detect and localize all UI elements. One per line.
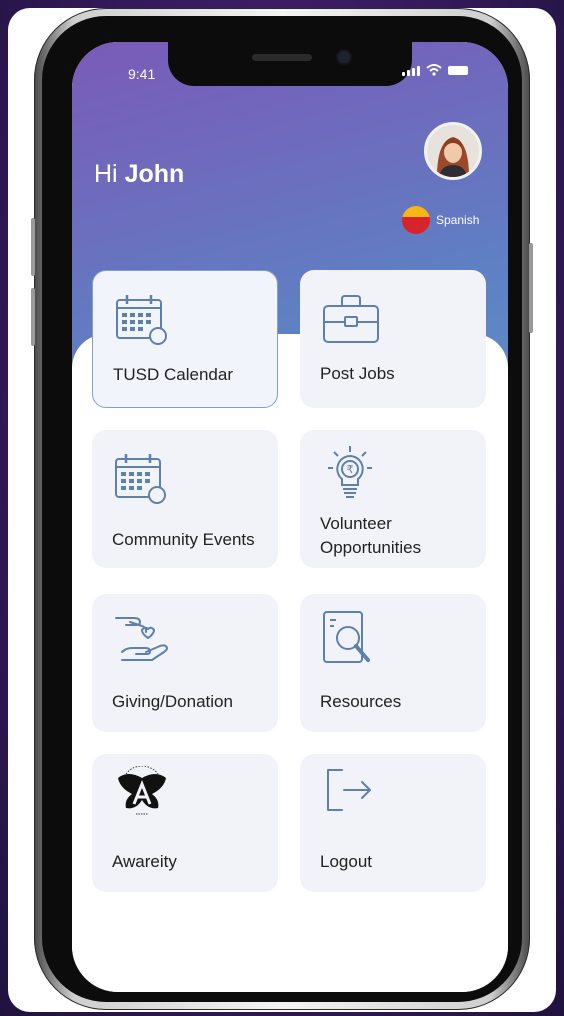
phone-bezel: 9:41 Hi John Spanish TUSD Calendar Post …: [42, 16, 522, 1002]
awareity-logo: [118, 766, 166, 815]
avatar-photo: [427, 125, 479, 177]
phone-screen: 9:41 Hi John Spanish TUSD Calendar Post …: [72, 42, 508, 992]
battery-icon: [448, 66, 468, 75]
tile-label: Awareity: [112, 852, 177, 871]
tile-label: Community Events: [112, 530, 255, 549]
tile-community-events[interactable]: Community Events: [92, 430, 278, 568]
tile-resources[interactable]: Resources: [300, 594, 486, 732]
greeting: Hi John: [94, 160, 184, 189]
svg-text:₹: ₹: [347, 463, 354, 476]
tile-label-line1: Volunteer: [320, 514, 392, 533]
phone-side-button: [529, 243, 533, 333]
status-icons: [402, 64, 468, 76]
tile-label: Post Jobs: [320, 364, 395, 383]
tile-label: Giving/Donation: [112, 692, 233, 711]
logout-icon: [327, 769, 371, 811]
phone-side-button: [31, 288, 35, 346]
status-time: 9:41: [128, 66, 156, 82]
wifi-icon: [426, 64, 442, 76]
phone-side-button: [31, 218, 35, 276]
tile-giving-donation[interactable]: Giving/Donation: [92, 594, 278, 732]
calendar-icon: [115, 454, 166, 504]
tile-label: Logout: [320, 852, 372, 871]
phone-notch: [168, 42, 412, 86]
greeting-prefix: Hi: [94, 160, 118, 188]
avatar[interactable]: [424, 122, 482, 180]
tile-awareity[interactable]: Awareity: [92, 754, 278, 892]
tile-label: Resources: [320, 692, 402, 711]
tile-label: TUSD Calendar: [113, 365, 233, 384]
language-selector[interactable]: Spanish: [402, 206, 479, 234]
speaker-grille: [252, 54, 312, 61]
tile-volunteer-opportunities[interactable]: ₹ Volunteer Opportunities: [300, 430, 486, 568]
phone-frame: 9:41 Hi John Spanish TUSD Calendar Post …: [31, 8, 533, 1010]
language-label: Spanish: [436, 213, 480, 227]
tile-post-jobs[interactable]: Post Jobs: [300, 270, 486, 408]
giving-hand-icon: [115, 617, 168, 661]
calendar-icon: [116, 295, 167, 345]
briefcase-icon: [323, 295, 379, 343]
tile-label-line2: Opportunities: [320, 538, 422, 557]
front-camera: [338, 51, 350, 63]
user-name: John: [124, 160, 185, 188]
tile-tusd-calendar[interactable]: TUSD Calendar: [92, 270, 278, 408]
signal-icon: [402, 66, 420, 76]
tile-logout[interactable]: Logout: [300, 754, 486, 892]
document-search-icon: [323, 611, 370, 663]
lightbulb-rupee-icon: ₹: [328, 446, 372, 498]
spanish-flag-icon: [402, 206, 430, 234]
